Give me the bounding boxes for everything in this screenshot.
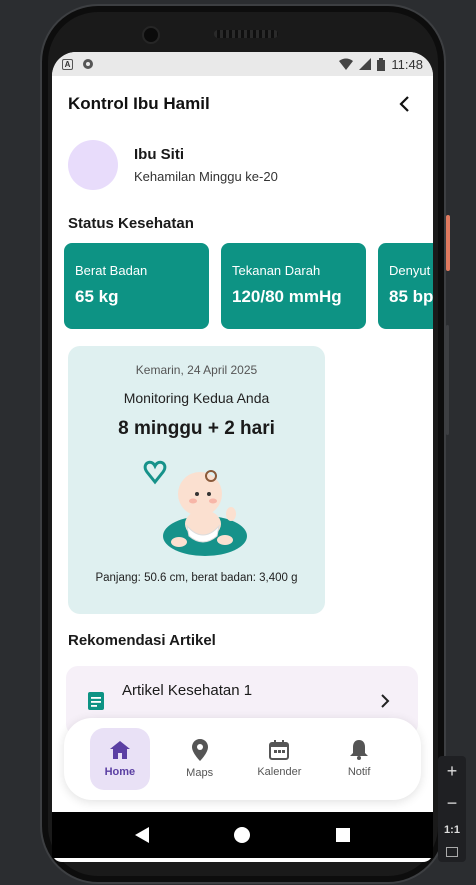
zoom-out-icon[interactable]: −	[447, 793, 458, 814]
bottom-nav: Home Maps Kalender Notif	[64, 718, 421, 800]
battery-icon	[377, 57, 386, 71]
nav-label: Notif	[347, 766, 371, 778]
chevron-right-icon	[381, 694, 390, 708]
article-title: Artikel Kesehatan 1	[122, 682, 253, 699]
stat-card-weight[interactable]: Berat Badan 65 kg	[64, 243, 209, 329]
earpiece-speaker	[214, 30, 278, 38]
profile-section: Ibu Siti Kehamilan Minggu ke-20	[68, 140, 278, 190]
zoom-ratio[interactable]: 1:1	[444, 824, 460, 836]
wifi-icon	[339, 58, 354, 70]
status-bar: A 11:48	[52, 52, 433, 76]
location-pin-icon	[191, 739, 208, 761]
nav-home[interactable]: Home	[90, 728, 150, 790]
nav-calendar[interactable]: Kalender	[250, 728, 310, 790]
profile-name: Ibu Siti	[134, 146, 184, 163]
nav-label: Maps	[186, 767, 214, 779]
stat-card-heart-rate[interactable]: Denyut 85 bp	[378, 243, 433, 329]
power-button[interactable]	[446, 215, 450, 271]
stat-label: Tekanan Darah	[232, 263, 321, 278]
monitoring-card[interactable]: Kemarin, 24 April 2025 Monitoring Kedua …	[68, 346, 325, 614]
a-icon: A	[62, 58, 73, 70]
stat-value: 120/80 mmHg	[232, 287, 342, 306]
stat-label: Denyut	[389, 263, 431, 278]
baby-illustration	[143, 460, 247, 556]
back-triangle-icon[interactable]	[134, 827, 149, 843]
home-icon	[109, 741, 130, 759]
avatar	[68, 140, 118, 190]
fit-screen-icon[interactable]	[446, 846, 458, 857]
stat-card-blood-pressure[interactable]: Tekanan Darah 120/80 mmHg	[221, 243, 366, 329]
home-circle-icon[interactable]	[234, 827, 251, 843]
page-title: Kontrol Ibu Hamil	[68, 94, 210, 113]
signal-icon	[359, 58, 372, 70]
system-nav-bar	[52, 812, 433, 858]
article-icon	[88, 692, 104, 710]
monitoring-footer: Panjang: 50.6 cm, berat badan: 3,400 g	[95, 572, 298, 584]
nav-maps[interactable]: Maps	[170, 728, 230, 790]
app-bar: Kontrol Ibu Hamil	[52, 76, 433, 132]
recents-square-icon[interactable]	[336, 828, 351, 842]
chevron-left-icon[interactable]	[393, 92, 417, 116]
stat-label: Berat Badan	[75, 263, 148, 278]
profile-subtitle: Kehamilan Minggu ke-20	[134, 169, 278, 184]
zoom-panel: + − 1:1	[438, 756, 466, 862]
monitoring-title: Monitoring Kedua Anda	[123, 390, 270, 406]
status-time: 11:48	[391, 56, 423, 72]
front-camera	[142, 26, 160, 44]
nav-label: Kalender	[257, 766, 302, 778]
circle-icon	[83, 59, 93, 69]
monitoring-weeks: 8 minggu + 2 hari	[118, 418, 275, 439]
calendar-icon	[269, 740, 290, 760]
stat-value: 85 bp	[389, 287, 433, 306]
health-status-title: Status Kesehatan	[68, 215, 194, 232]
nav-notifications[interactable]: Notif	[329, 728, 389, 790]
health-cards: Berat Badan 65 kg Tekanan Darah 120/80 m…	[64, 243, 433, 329]
nav-label: Home	[104, 766, 136, 778]
stat-value: 65 kg	[75, 287, 119, 306]
volume-button[interactable]	[446, 325, 449, 435]
bell-icon	[350, 740, 369, 760]
app-screen: A 11:48 Kontrol Ibu Hamil Ibu Siti Keham…	[52, 52, 433, 862]
zoom-in-icon[interactable]: +	[447, 761, 458, 782]
monitoring-date: Kemarin, 24 April 2025	[135, 363, 258, 377]
articles-title: Rekomendasi Artikel	[68, 632, 216, 649]
